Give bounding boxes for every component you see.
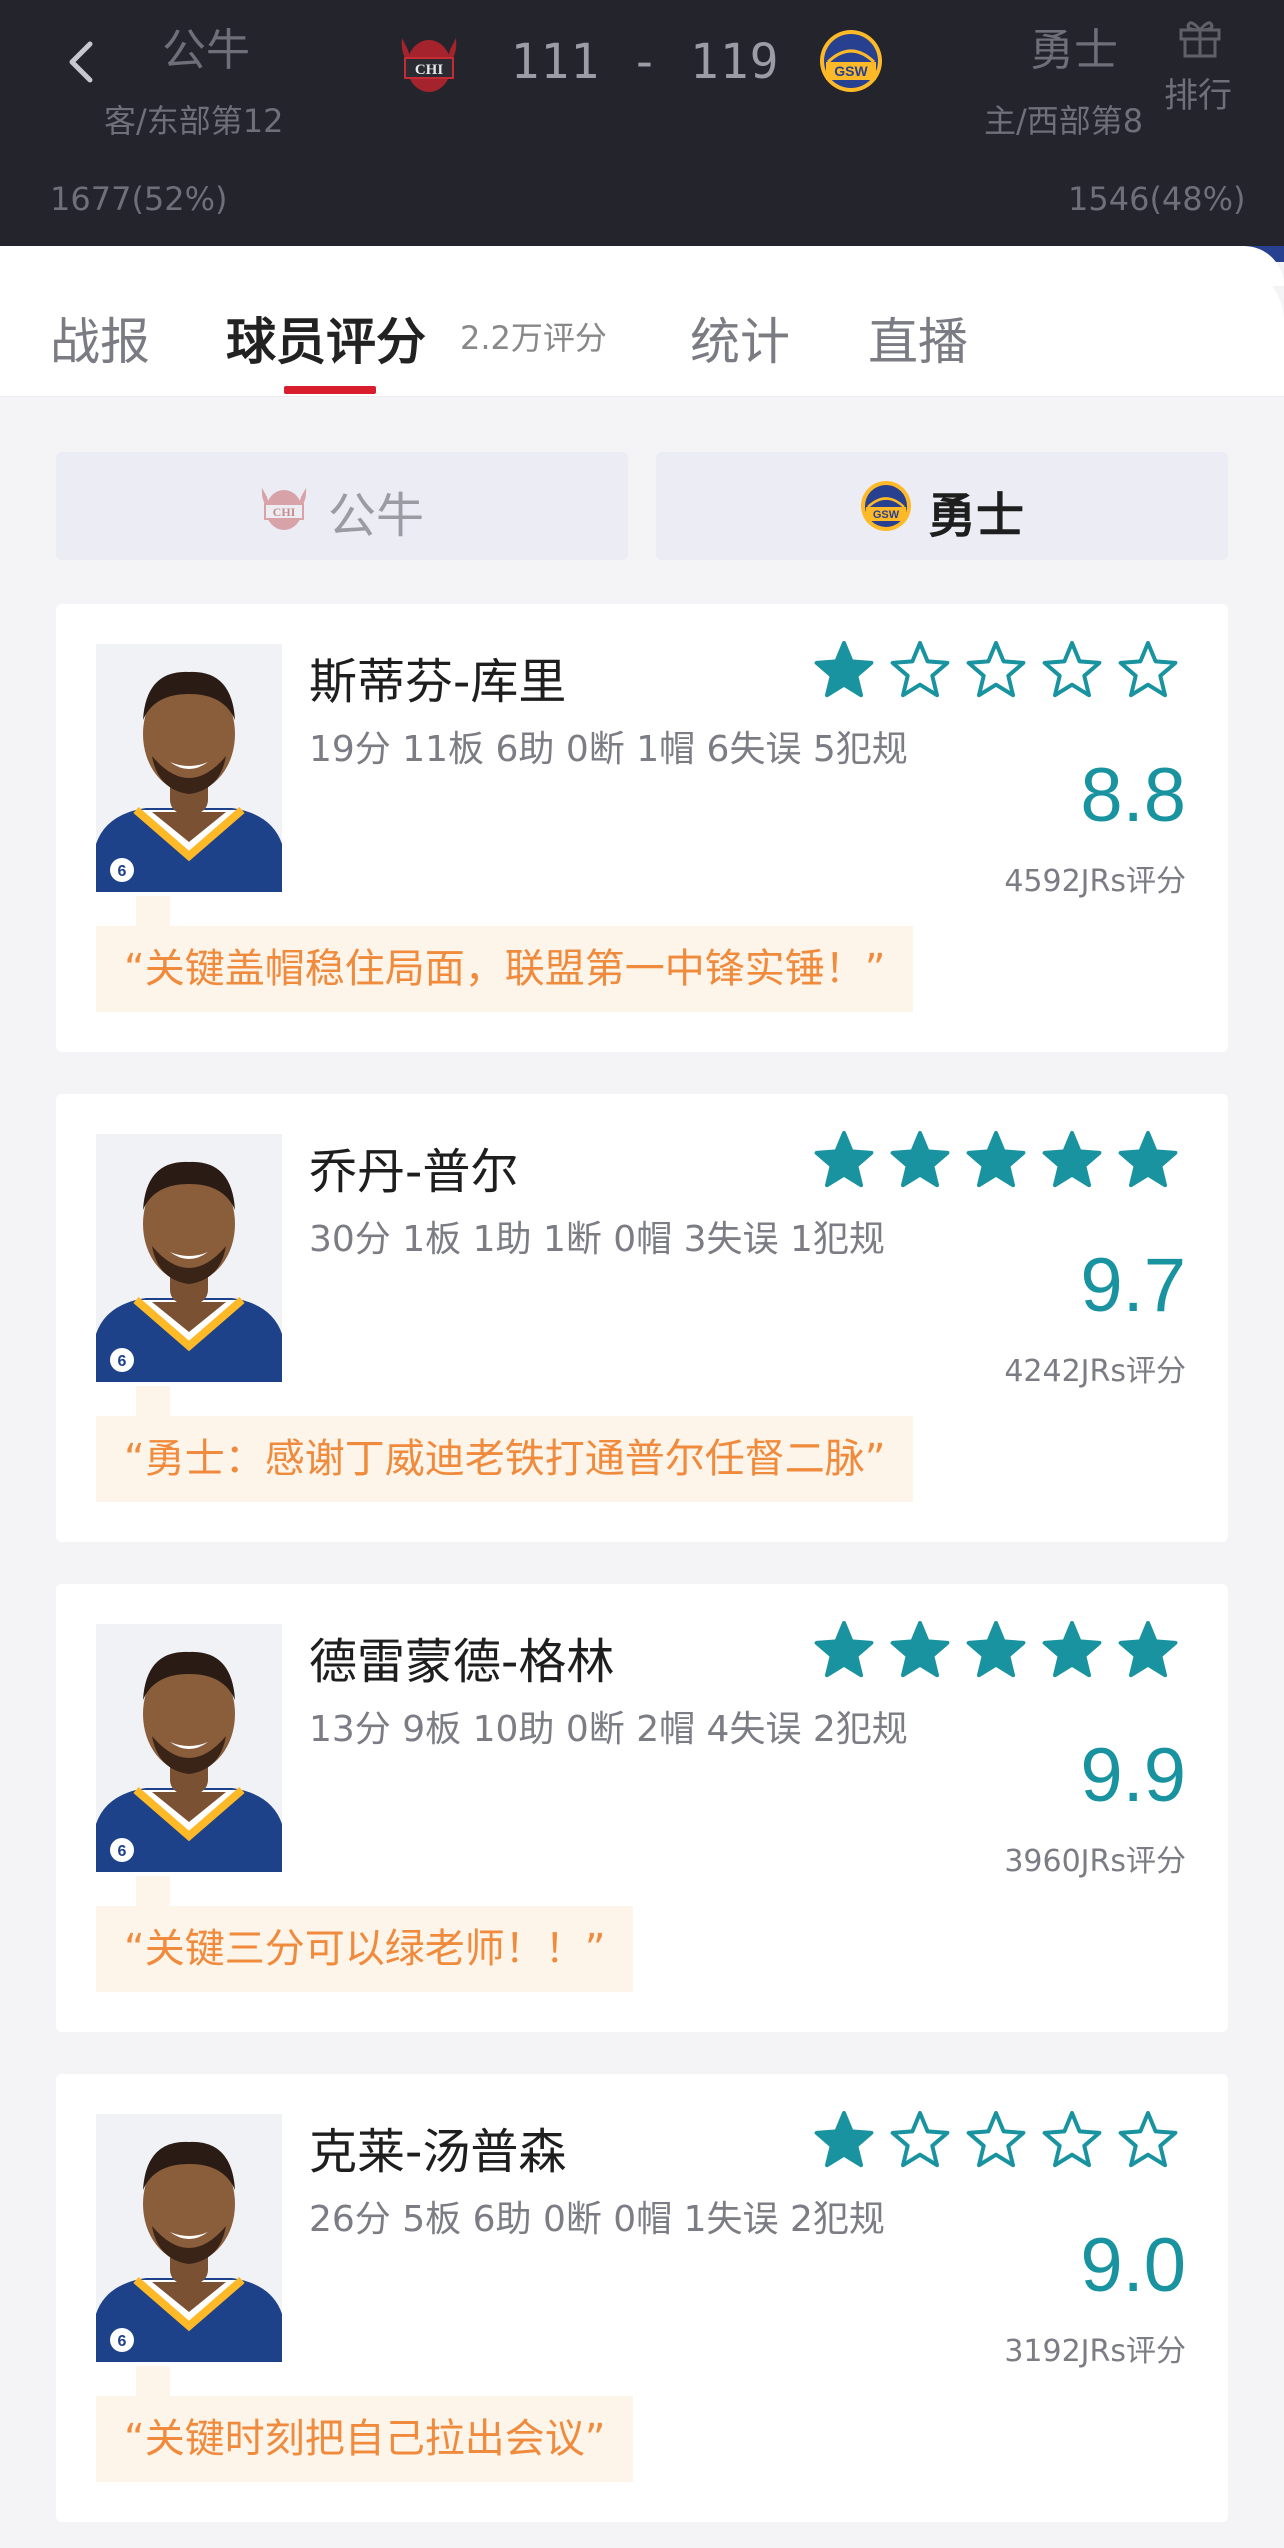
bulls-logo-icon: CHI <box>261 488 307 530</box>
player-name: 乔丹-普尔 <box>309 1144 519 1200</box>
star-filled-icon[interactable] <box>890 1130 950 1190</box>
bulls-logo-icon: CHI <box>401 38 457 92</box>
rating-count-label: 3960JRs评分 <box>1004 1844 1186 1879</box>
quote-bubble-tail <box>136 1386 170 1420</box>
star-empty-icon[interactable] <box>890 2110 950 2170</box>
away-team-name: 公牛 <box>162 25 250 76</box>
ranking-label: 排行 <box>1164 76 1232 116</box>
quote-bubble-tail <box>136 896 170 930</box>
player-rating-score: 8.8 <box>1080 753 1186 838</box>
player-rating-card[interactable]: 6 斯蒂芬-库里 19分 11板 6助 0断 1帽 6失误 5犯规 8.8 45… <box>56 604 1228 1052</box>
player-rating-card[interactable]: 6 德雷蒙德-格林 13分 9板 10助 0断 2帽 4失误 2犯规 9.9 3… <box>56 1584 1228 2032</box>
away-team-rank: 客/东部第12 <box>104 102 284 140</box>
star-rating[interactable] <box>814 640 1194 704</box>
game-score: 111 - 119 <box>510 34 780 90</box>
star-empty-icon[interactable] <box>890 640 950 700</box>
player-avatar: 6 <box>96 2114 282 2362</box>
star-rating[interactable] <box>814 2110 1194 2174</box>
away-vote-count: 1677(52%) <box>50 180 228 218</box>
star-filled-icon[interactable] <box>966 1620 1026 1680</box>
player-stats: 13分 9板 10助 0断 2帽 4失误 2犯规 <box>309 1709 908 1750</box>
quote-bubble-tail <box>136 2366 170 2400</box>
player-rating-score: 9.7 <box>1080 1243 1186 1328</box>
team-toggle-warriors[interactable]: GSW 勇士 <box>656 452 1228 560</box>
team-toggle-bulls-label: 公牛 <box>328 488 425 544</box>
rating-count-label: 4592JRs评分 <box>1004 864 1186 899</box>
quote-bubble-tail <box>136 1876 170 1910</box>
star-empty-icon[interactable] <box>966 2110 1026 2170</box>
team-toggle-warriors-label: 勇士 <box>928 488 1025 544</box>
svg-text:CHI: CHI <box>415 62 444 78</box>
player-photo-icon: 6 <box>96 2114 282 2362</box>
svg-text:GSW: GSW <box>834 63 868 79</box>
gift-icon <box>1179 21 1221 58</box>
top-comment-quote[interactable]: “关键三分可以绿老师！！” <box>96 1906 634 1992</box>
top-comment-quote[interactable]: “关键时刻把自己拉出会议” <box>96 2396 634 2482</box>
star-empty-icon[interactable] <box>1118 640 1178 700</box>
back-icon[interactable] <box>62 38 102 86</box>
player-stats: 26分 5板 6助 0断 0帽 1失误 2犯规 <box>309 2199 885 2240</box>
star-filled-icon[interactable] <box>1042 1620 1102 1680</box>
home-vote-count: 1546(48%) <box>1068 180 1246 218</box>
top-comment-quote[interactable]: “关键盖帽稳住局面，联盟第一中锋实锤！” <box>96 926 914 1012</box>
tab-stats[interactable]: 统计 <box>690 302 790 374</box>
star-filled-icon[interactable] <box>1118 1620 1178 1680</box>
star-filled-icon[interactable] <box>1118 1130 1178 1190</box>
player-avatar: 6 <box>96 1624 282 1872</box>
star-empty-icon[interactable] <box>1118 2110 1178 2170</box>
active-tab-indicator <box>284 386 376 394</box>
star-empty-icon[interactable] <box>966 640 1026 700</box>
warriors-logo-icon: GSW <box>861 481 911 531</box>
player-stats: 30分 1板 1助 1断 0帽 3失误 1犯规 <box>309 1219 885 1260</box>
star-filled-icon[interactable] <box>814 2110 874 2170</box>
player-name: 克莱-汤普森 <box>309 2124 567 2180</box>
star-filled-icon[interactable] <box>814 1620 874 1680</box>
svg-text:6: 6 <box>118 1843 127 1860</box>
player-rating-card[interactable]: 6 乔丹-普尔 30分 1板 1助 1断 0帽 3失误 1犯规 9.7 4242… <box>56 1094 1228 1542</box>
star-filled-icon[interactable] <box>966 1130 1026 1190</box>
player-rating-card[interactable]: 6 克莱-汤普森 26分 5板 6助 0断 0帽 1失误 2犯规 9.0 319… <box>56 2074 1228 2522</box>
star-rating[interactable] <box>814 1620 1194 1684</box>
home-team-rank: 主/西部第8 <box>984 102 1144 140</box>
player-avatar: 6 <box>96 1134 282 1382</box>
warriors-logo-icon: GSW <box>820 30 882 92</box>
top-comment-quote[interactable]: “勇士：感谢丁威迪老铁打通普尔任督二脉” <box>96 1416 914 1502</box>
svg-text:CHI: CHI <box>273 505 296 519</box>
svg-text:GSW: GSW <box>873 509 900 521</box>
player-photo-icon: 6 <box>96 1134 282 1382</box>
tab-live[interactable]: 直播 <box>868 302 968 374</box>
star-rating[interactable] <box>814 1130 1194 1194</box>
player-avatar: 6 <box>96 644 282 892</box>
star-filled-icon[interactable] <box>814 640 874 700</box>
player-rating-score: 9.0 <box>1080 2223 1186 2308</box>
player-stats: 19分 11板 6助 0断 1帽 6失误 5犯规 <box>309 729 908 770</box>
svg-text:6: 6 <box>118 1353 127 1370</box>
ranking-button[interactable]: 排行 <box>1160 14 1238 116</box>
tab-bar <box>0 262 1284 397</box>
player-photo-icon: 6 <box>96 1624 282 1872</box>
tab-report[interactable]: 战报 <box>50 302 150 374</box>
player-rating-score: 9.9 <box>1080 1733 1186 1818</box>
svg-text:6: 6 <box>118 2333 127 2350</box>
player-photo-icon: 6 <box>96 644 282 892</box>
svg-text:6: 6 <box>118 863 127 880</box>
game-header: 公牛 客/东部第12 1677(52%) CHI 111 - 119 GSW 勇… <box>0 0 1284 262</box>
home-team-name: 勇士 <box>1030 25 1118 76</box>
rating-count: 2.2万评分 <box>460 319 607 357</box>
player-name: 德雷蒙德-格林 <box>309 1634 615 1690</box>
star-filled-icon[interactable] <box>814 1130 874 1190</box>
tab-player-rating[interactable]: 球员评分 <box>226 302 426 374</box>
star-empty-icon[interactable] <box>1042 640 1102 700</box>
star-filled-icon[interactable] <box>890 1620 950 1680</box>
team-toggle-bulls[interactable]: CHI 公牛 <box>56 452 628 560</box>
player-name: 斯蒂芬-库里 <box>309 654 567 710</box>
star-filled-icon[interactable] <box>1042 1130 1102 1190</box>
rating-count-label: 4242JRs评分 <box>1004 1354 1186 1389</box>
rating-count-label: 3192JRs评分 <box>1004 2334 1186 2369</box>
star-empty-icon[interactable] <box>1042 2110 1102 2170</box>
